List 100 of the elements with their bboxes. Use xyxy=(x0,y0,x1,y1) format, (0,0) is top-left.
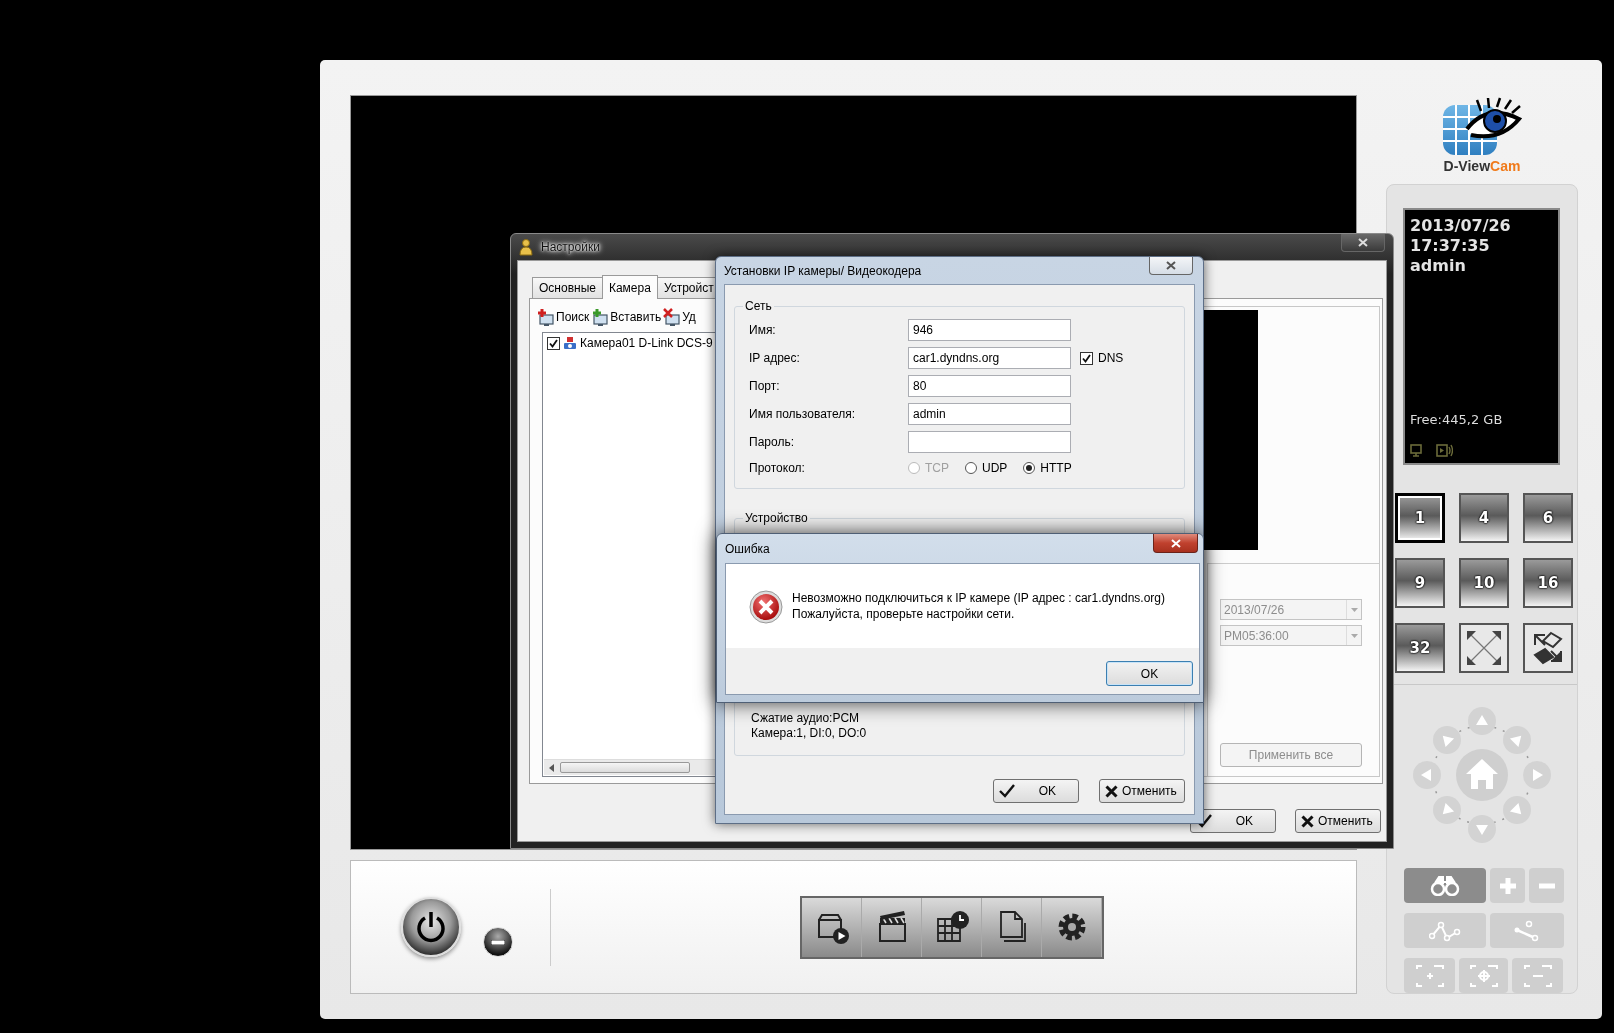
frame-plus-icon xyxy=(1414,963,1445,988)
frame-minus-button[interactable] xyxy=(1512,958,1563,993)
layout-button[interactable]: 9 xyxy=(1395,558,1445,608)
message-text: Пожалуйста, проверьте настройки сети. xyxy=(792,606,1016,622)
input-field[interactable]: 80 xyxy=(908,375,1071,397)
zoom-out-button[interactable] xyxy=(1529,868,1564,903)
computer-cross-icon xyxy=(663,308,682,326)
binoculars-icon xyxy=(1430,875,1460,896)
line-points-icon xyxy=(1513,919,1541,942)
field-label: Имя пользователя: xyxy=(749,406,857,423)
pan-right-button[interactable] xyxy=(1523,761,1551,789)
home-button[interactable] xyxy=(1456,749,1508,801)
frame-plus-button[interactable] xyxy=(1404,958,1455,993)
swap-button[interactable] xyxy=(1523,623,1573,673)
expand-arrows-icon xyxy=(1465,629,1503,667)
window-title: Установки IP камеры/ Видеокодера xyxy=(724,263,922,278)
power-icon xyxy=(415,910,447,944)
zoom-in-button[interactable] xyxy=(1490,868,1525,903)
checkbox-label: DNS xyxy=(1098,350,1124,367)
close-icon xyxy=(1166,261,1176,270)
pan-left-button[interactable] xyxy=(1413,761,1441,789)
toolbar-button[interactable]: Вставить xyxy=(590,306,663,328)
info-text: Камера:1, DI:0, DO:0 xyxy=(751,726,868,741)
toolbar-button[interactable]: Поиск xyxy=(536,306,591,328)
video-sound-icon xyxy=(1436,444,1453,457)
layout-button[interactable]: 32 xyxy=(1395,623,1445,673)
fullscreen-button[interactable] xyxy=(1459,623,1509,673)
radio-button[interactable] xyxy=(965,462,977,474)
date-text: 2013/07/26 xyxy=(1410,216,1512,236)
tab[interactable]: Камера xyxy=(601,275,658,299)
field-label: Порт: xyxy=(749,378,781,395)
window-title: Настройки xyxy=(541,240,600,254)
minimize-button[interactable] xyxy=(483,927,513,957)
close-button[interactable] xyxy=(1149,257,1193,275)
layout-button[interactable]: 16 xyxy=(1523,558,1573,608)
cancel-button[interactable]: Отменить xyxy=(1099,779,1185,803)
field-label: IP адрес: xyxy=(749,350,801,367)
message-text: Невозможно подключиться к IP камере (IP адрес : car1.dyndns.org) xyxy=(792,590,1165,606)
tab[interactable]: Основные xyxy=(532,277,603,298)
binoculars-button[interactable] xyxy=(1404,868,1486,903)
input-field[interactable]: 946 xyxy=(908,319,1071,341)
computer-plus-icon xyxy=(537,308,555,326)
dns-checkbox[interactable] xyxy=(1080,351,1093,365)
cancel-button[interactable]: Отменить xyxy=(1295,809,1381,833)
free-space-text: Free:445,2 GB xyxy=(1410,412,1504,428)
minus-icon xyxy=(1537,882,1556,889)
camera-icon xyxy=(563,335,577,351)
ok-button[interactable]: OK xyxy=(993,779,1079,803)
frame-target-icon xyxy=(1468,963,1499,988)
close-icon xyxy=(1170,538,1181,548)
pan-down-right-button[interactable] xyxy=(1503,796,1531,824)
minus-icon xyxy=(491,939,505,945)
radio-button[interactable] xyxy=(1023,462,1036,474)
pan-down-left-button[interactable] xyxy=(1433,796,1461,824)
caret-icon xyxy=(1350,633,1358,638)
info-text: Сжатие аудио:PCM xyxy=(751,711,861,726)
monitor-icon xyxy=(1410,444,1422,457)
check-icon xyxy=(1196,814,1212,828)
frame-minus-icon xyxy=(1522,963,1553,988)
close-button[interactable] xyxy=(1153,534,1198,553)
radio-label: TCP xyxy=(925,460,949,477)
cross-icon xyxy=(1105,784,1118,798)
caret-icon xyxy=(1350,607,1358,612)
input-field[interactable]: admin xyxy=(908,403,1071,425)
left-arrow-icon xyxy=(548,764,556,772)
close-button[interactable] xyxy=(1341,234,1385,252)
line-tool-button[interactable] xyxy=(1490,913,1564,948)
check-icon xyxy=(999,784,1015,798)
user-name: admin xyxy=(1410,256,1467,276)
input-field[interactable] xyxy=(908,431,1071,453)
frame-target-button[interactable] xyxy=(1459,958,1508,993)
checkmark-icon xyxy=(549,338,558,348)
toolbar-button[interactable]: Уд xyxy=(662,306,697,328)
ok-button[interactable]: OK xyxy=(1106,661,1193,686)
computer-add-icon xyxy=(591,308,610,326)
field-label: Имя: xyxy=(749,322,777,339)
path-tool-button[interactable] xyxy=(1404,913,1486,948)
pan-down-button[interactable] xyxy=(1468,815,1496,843)
logo-text: D-ViewCam xyxy=(1443,158,1521,174)
power-button[interactable] xyxy=(401,897,461,957)
cross-icon xyxy=(1301,814,1314,828)
checkbox[interactable] xyxy=(547,336,560,350)
pan-up-left-button[interactable] xyxy=(1433,726,1461,754)
layout-button[interactable]: 10 xyxy=(1459,558,1509,608)
window-title: Ошибка xyxy=(725,541,770,556)
radio-label: UDP xyxy=(982,460,1008,477)
pan-up-right-button[interactable] xyxy=(1503,726,1531,754)
pan-up-button[interactable] xyxy=(1468,707,1496,735)
field-label: Протокол: xyxy=(749,460,806,477)
layout-button[interactable]: 6 xyxy=(1523,493,1573,543)
person-gear-icon xyxy=(517,238,535,256)
error-icon xyxy=(749,590,783,624)
checkmark-icon xyxy=(1082,353,1091,363)
input-field[interactable]: car1.dyndns.org xyxy=(908,347,1071,369)
field-label: Пароль: xyxy=(749,434,795,451)
layout-button[interactable]: 1 xyxy=(1395,493,1445,543)
polyline-icon xyxy=(1429,919,1461,942)
plus-icon xyxy=(1498,876,1517,895)
layout-button[interactable]: 4 xyxy=(1459,493,1509,543)
radio-label: HTTP xyxy=(1040,460,1072,477)
